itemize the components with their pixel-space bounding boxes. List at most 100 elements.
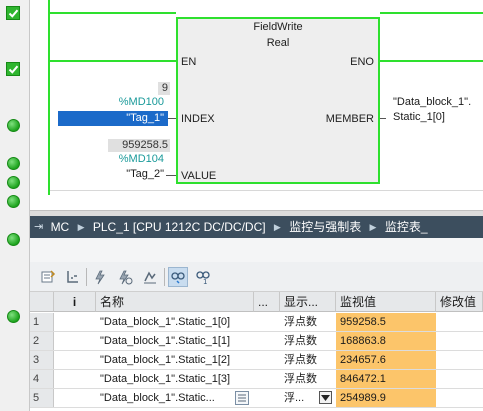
chevron-right-icon: ▶	[273, 222, 281, 232]
network-divider	[50, 190, 483, 191]
row-info-cell[interactable]	[54, 370, 96, 388]
table-row[interactable]: 1 "Data_block_1".Static_1[0] 浮点数 959258.5	[30, 313, 483, 332]
row-name[interactable]: "Data_block_1".Static_1[0]	[96, 313, 280, 331]
row-display-format[interactable]: 浮点数	[280, 313, 336, 331]
table-row[interactable]: 5 "Data_block_1".Static... 浮... 254989.9	[30, 389, 483, 408]
checkmark-icon	[6, 62, 20, 76]
rung-line	[380, 12, 483, 14]
row-number: 2	[30, 332, 54, 350]
display-format-icon[interactable]	[63, 267, 83, 287]
table-row[interactable]: 2 "Data_block_1".Static_1[1] 浮点数 168863.8	[30, 332, 483, 351]
monitor-all-icon[interactable]	[168, 267, 188, 287]
value-wire	[166, 175, 176, 176]
pin-eno: ENO	[350, 56, 374, 68]
toolbar-spacer	[30, 238, 483, 262]
header-modify-value[interactable]: 修改值	[436, 292, 483, 312]
header-address[interactable]: ...	[254, 292, 280, 312]
row-modify-value[interactable]	[436, 370, 483, 388]
status-ok-icon	[7, 233, 20, 246]
breadcrumb: ⇥ MC ▶ PLC_1 [CPU 1212C DC/DC/DC] ▶ 监控与强…	[30, 216, 483, 238]
breadcrumb-item-plc[interactable]: PLC_1 [CPU 1212C DC/DC/DC]	[93, 216, 266, 238]
breadcrumb-item-watch-table[interactable]: 监控表_	[385, 216, 428, 238]
row-number: 4	[30, 370, 54, 388]
chevron-right-icon: ▶	[77, 222, 85, 232]
row-name[interactable]: "Data_block_1".Static...	[96, 389, 252, 407]
header-info[interactable]: i	[54, 292, 96, 312]
eno-wire	[380, 60, 483, 62]
watch-table: i 名称 ... 显示... 监视值 修改值 1 "Data_block_1".S…	[30, 292, 483, 411]
row-number: 1	[30, 313, 54, 331]
index-tag[interactable]: "Tag_1"	[58, 111, 168, 126]
row-number: 5	[30, 389, 54, 407]
value-address: %MD104	[118, 153, 164, 165]
header-monitor-value[interactable]: 监视值	[336, 292, 436, 312]
breadcrumb-item-watch-folder[interactable]: 监控与强制表	[289, 216, 361, 238]
row-display-format[interactable]: 浮点数	[280, 370, 336, 388]
header-display-format[interactable]: 显示...	[280, 292, 336, 312]
row-name[interactable]: "Data_block_1".Static_1[2]	[96, 351, 280, 369]
dropdown-arrow-icon[interactable]	[319, 391, 332, 404]
row-monitor-value[interactable]: 234657.6	[336, 351, 436, 369]
row-modify-value[interactable]	[436, 389, 483, 407]
value-monitor-value: 959258.5	[108, 139, 170, 152]
checkmark-icon	[6, 6, 20, 20]
fieldwrite-block[interactable]: FieldWrite Real EN ENO INDEX MEMBER VALU…	[176, 17, 380, 184]
status-ok-icon	[7, 157, 20, 170]
pin-en: EN	[181, 56, 197, 68]
index-monitor-value: 9	[158, 82, 170, 95]
index-wire	[168, 118, 176, 119]
monitor-once-icon[interactable]: 1	[193, 267, 213, 287]
panel-arrow-icon[interactable]: ⇥	[34, 216, 47, 238]
index-address: %MD100	[118, 96, 164, 108]
table-row[interactable]: 4 "Data_block_1".Static_1[3] 浮点数 846472.1	[30, 370, 483, 389]
toolbar-separator	[164, 268, 165, 286]
row-modify-value[interactable]	[436, 313, 483, 331]
pin-index: INDEX	[181, 113, 215, 125]
header-name[interactable]: 名称	[96, 292, 254, 312]
row-name[interactable]: "Data_block_1".Static_1[3]	[96, 370, 280, 388]
status-ok-icon	[7, 310, 20, 323]
modify-now-icon[interactable]	[90, 267, 110, 287]
row-modify-value[interactable]	[436, 332, 483, 350]
ladder-network: FieldWrite Real EN ENO INDEX MEMBER VALU…	[30, 0, 483, 210]
row-monitor-value[interactable]: 959258.5	[336, 313, 436, 331]
table-row[interactable]: 3 "Data_block_1".Static_1[2] 浮点数 234657.6	[30, 351, 483, 370]
block-name: FieldWrite	[253, 21, 303, 33]
rung-line	[50, 12, 176, 14]
enable-peripheral-icon[interactable]	[140, 267, 160, 287]
row-number: 3	[30, 351, 54, 369]
chevron-right-icon: ▶	[369, 222, 377, 232]
en-wire	[50, 60, 176, 62]
pin-member: MEMBER	[325, 113, 374, 125]
row-display-format[interactable]: 浮点数	[280, 332, 336, 350]
member-tag-line1[interactable]: "Data_block_1".	[393, 96, 471, 108]
breadcrumb-item-project[interactable]: MC	[51, 216, 70, 238]
row-info-cell[interactable]	[54, 351, 96, 369]
status-ok-icon	[7, 176, 20, 189]
value-tag[interactable]: "Tag_2"	[90, 168, 164, 180]
table-icon[interactable]	[235, 391, 249, 405]
block-type: Real	[266, 37, 290, 49]
status-ok-icon	[7, 119, 20, 132]
member-wire	[380, 118, 386, 119]
row-name[interactable]: "Data_block_1".Static_1[1]	[96, 332, 280, 350]
modify-trigger-icon[interactable]	[115, 267, 135, 287]
row-info-cell[interactable]	[54, 389, 96, 407]
row-modify-value[interactable]	[436, 351, 483, 369]
header-rownum	[30, 292, 54, 312]
status-ok-icon	[7, 195, 20, 208]
watch-table-toolbar: 1	[30, 262, 483, 292]
power-rail	[48, 0, 50, 195]
row-display-format[interactable]: 浮点数	[280, 351, 336, 369]
pin-value: VALUE	[181, 170, 217, 182]
row-monitor-value[interactable]: 254989.9	[336, 389, 436, 407]
insert-row-icon[interactable]	[38, 267, 58, 287]
row-monitor-value[interactable]: 846472.1	[336, 370, 436, 388]
row-info-cell[interactable]	[54, 313, 96, 331]
toolbar-separator	[86, 268, 87, 286]
row-monitor-value[interactable]: 168863.8	[336, 332, 436, 350]
network-status-gutter	[0, 0, 30, 411]
row-info-cell[interactable]	[54, 332, 96, 350]
svg-text:1: 1	[203, 278, 207, 285]
member-tag-line2[interactable]: Static_1[0]	[393, 111, 445, 123]
